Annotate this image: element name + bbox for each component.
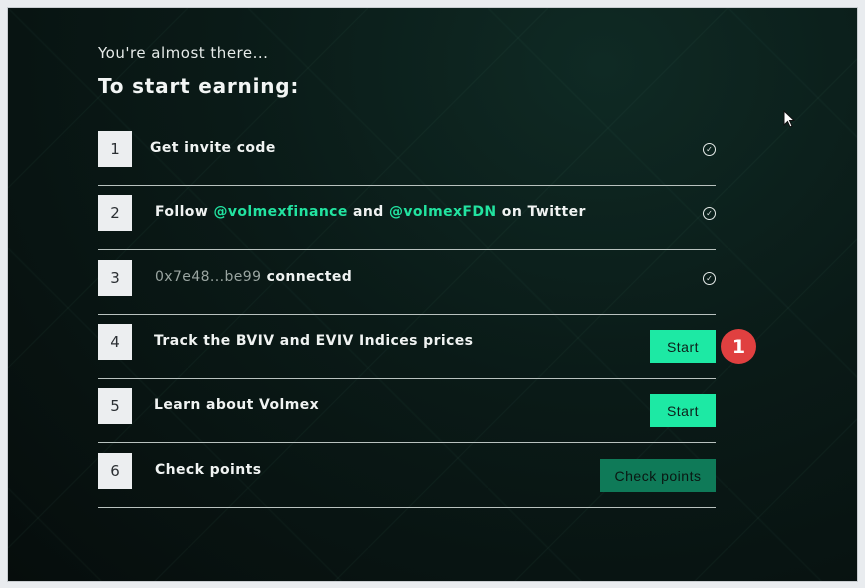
step-row-4: 4 Track the BVIV and EVIV Indices prices…	[98, 314, 716, 379]
step-text: Follow	[155, 204, 214, 220]
step-row-6: 6 Check points Check points	[98, 443, 716, 508]
twitter-link-volmexfinance[interactable]: @volmexfinance	[213, 204, 347, 220]
step-number: 2	[98, 195, 132, 231]
page-title: To start earning:	[98, 74, 300, 98]
step-label: Follow @volmexfinance and @volmexFDN on …	[155, 204, 586, 220]
twitter-link-volmexfdn[interactable]: @volmexFDN	[389, 204, 497, 220]
step-label: 0x7e48...be99 connected	[155, 269, 352, 285]
step-number: 5	[98, 388, 132, 424]
annotation-badge: 1	[721, 329, 756, 364]
step-number: 1	[98, 131, 132, 167]
step-label: Check points	[155, 462, 262, 478]
step-row-3: 3 0x7e48...be99 connected ✓	[98, 250, 716, 315]
check-circle-icon: ✓	[703, 143, 716, 156]
step-row-5: 5 Learn about Volmex Start	[98, 378, 716, 443]
mouse-cursor-icon	[783, 110, 796, 128]
step-row-2: 2 Follow @volmexfinance and @volmexFDN o…	[98, 185, 716, 250]
step-number: 3	[98, 260, 132, 296]
step-number: 4	[98, 324, 132, 360]
check-circle-icon: ✓	[703, 272, 716, 285]
onboarding-panel: You're almost there... To start earning:…	[8, 8, 857, 581]
step-text: on Twitter	[496, 204, 586, 220]
step-row-1: 1 Get invite code ✓	[98, 121, 716, 186]
step-label: Learn about Volmex	[154, 397, 320, 413]
step-label: Get invite code	[150, 140, 276, 156]
check-points-button[interactable]: Check points	[600, 459, 716, 492]
step-number: 6	[98, 453, 132, 489]
step-text: connected	[261, 269, 353, 285]
check-circle-icon: ✓	[703, 207, 716, 220]
step-label: Track the BVIV and EVIV Indices prices	[154, 333, 474, 349]
intro-text: You're almost there...	[98, 44, 269, 62]
step-text: and	[347, 204, 389, 220]
start-button-track-indices[interactable]: Start	[650, 330, 716, 363]
start-button-learn-volmex[interactable]: Start	[650, 394, 716, 427]
wallet-address: 0x7e48...be99	[155, 269, 262, 285]
